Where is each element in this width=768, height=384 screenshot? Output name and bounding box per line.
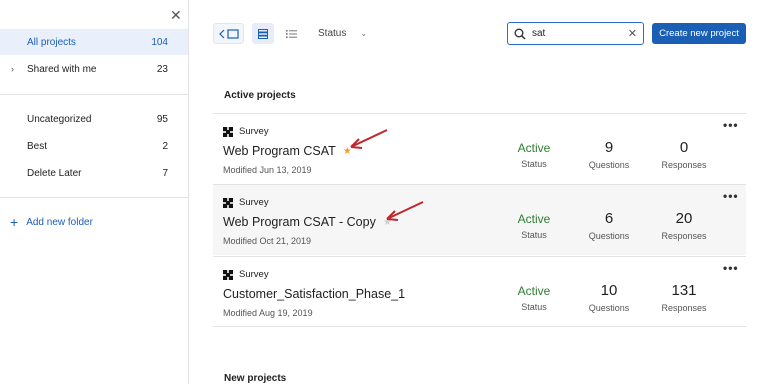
project-type-label: Survey [239,269,269,280]
list-view-button[interactable] [280,23,302,44]
more-options-icon[interactable]: ••• [723,118,739,132]
sidebar-item-label: Shared with me [27,63,97,75]
create-new-project-button[interactable]: Create new project [652,23,746,44]
project-responses: 131 Responses [649,282,719,313]
sidebar-item-uncategorized[interactable]: Uncategorized 95 [0,106,188,132]
annotation-arrow-icon [386,201,424,221]
project-questions: 10 Questions [574,282,644,313]
status-value: Active [517,212,551,226]
more-options-icon[interactable]: ••• [723,261,739,275]
project-name[interactable]: Web Program CSAT ★ [223,144,352,158]
questions-value: 9 [604,139,614,156]
project-type: Survey [223,197,269,208]
sidebar-item-label: All projects [27,36,76,48]
project-name-text: Web Program CSAT [223,144,336,158]
status-filter-dropdown[interactable]: Status ⌄ [318,28,367,39]
status-value: Active [517,141,551,155]
project-type: Survey [223,126,269,137]
status-label: Status [521,159,547,169]
responses-value: 0 [679,139,689,156]
responses-label: Responses [661,231,707,241]
project-modified: Modified Oct 21, 2019 [223,236,312,246]
project-card[interactable]: Survey Customer_Satisfaction_Phase_1 Mod… [213,256,746,327]
new-projects-heading: New projects [224,373,287,384]
search-input[interactable] [532,28,628,39]
project-type-label: Survey [239,126,269,137]
responses-label: Responses [661,303,707,313]
annotation-arrow-icon [350,129,388,149]
questions-value: 6 [604,210,614,227]
sidebar-item-count: 23 [156,63,168,75]
project-card[interactable]: Survey Web Program CSAT - Copy ★ Modifie… [213,184,746,255]
sidebar-item-all-projects[interactable]: All projects 104 [0,29,188,55]
collapse-sidebar-button[interactable] [213,23,244,44]
questions-label: Questions [588,160,630,170]
survey-icon [223,269,233,280]
sidebar-item-best[interactable]: Best 2 [0,133,188,159]
survey-icon [223,126,233,137]
project-modified: Modified Aug 19, 2019 [223,308,313,318]
questions-label: Questions [588,303,630,313]
chevron-down-icon: ⌄ [360,29,368,38]
sidebar-item-delete-later[interactable]: Delete Later 7 [0,160,188,186]
sidebar-item-count: 95 [156,113,168,125]
chevron-right-icon: › [11,64,14,74]
sidebar-item-label: Best [27,140,48,152]
search-icon [514,28,526,40]
questions-value: 10 [600,282,618,299]
sidebar: ✕ All projects 104 › Shared with me 23 U… [0,0,189,384]
responses-value: 20 [675,210,693,227]
divider [0,94,188,95]
list-view-icon [285,29,297,38]
active-projects-heading: Active projects [224,90,296,101]
add-folder-label: Add new folder [26,216,93,228]
project-name[interactable]: Customer_Satisfaction_Phase_1 [223,287,405,301]
status-label: Status [521,230,547,240]
project-card[interactable]: Survey Web Program CSAT ★ Modified Jun 1… [213,113,746,184]
project-type: Survey [223,269,269,280]
more-options-icon[interactable]: ••• [723,189,739,203]
sidebar-item-count: 2 [162,140,168,152]
plus-icon: + [10,214,19,230]
sidebar-item-label: Uncategorized [27,113,92,125]
project-questions: 6 Questions [574,210,644,241]
add-folder-button[interactable]: + Add new folder [10,215,93,229]
clear-search-icon[interactable]: ✕ [628,27,637,40]
project-questions: 9 Questions [574,139,644,170]
project-name-text: Web Program CSAT - Copy [223,215,376,229]
status-value: Active [517,284,551,298]
chevron-left-icon [218,28,239,39]
project-modified: Modified Jun 13, 2019 [223,165,312,175]
divider [213,326,746,327]
sidebar-item-shared-with-me[interactable]: › Shared with me 23 [0,56,188,82]
project-status: Active Status [499,139,569,169]
project-name[interactable]: Web Program CSAT - Copy ★ [223,215,392,229]
status-label: Status [521,302,547,312]
responses-value: 131 [671,282,697,299]
sidebar-item-count: 7 [162,167,168,179]
project-type-label: Survey [239,197,269,208]
search-field[interactable]: ✕ [507,22,644,45]
sidebar-item-label: Delete Later [27,167,82,179]
status-filter-label: Status [318,28,347,39]
card-view-button[interactable] [252,23,274,44]
card-view-icon [258,28,268,39]
project-status: Active Status [499,210,569,240]
project-status: Active Status [499,282,569,312]
questions-label: Questions [588,231,630,241]
close-icon[interactable]: ✕ [170,8,182,22]
project-responses: 20 Responses [649,210,719,241]
divider [0,197,188,198]
responses-label: Responses [661,160,707,170]
survey-icon [223,197,233,208]
project-responses: 0 Responses [649,139,719,170]
sidebar-item-count: 104 [151,36,168,48]
project-name-text: Customer_Satisfaction_Phase_1 [223,287,406,301]
